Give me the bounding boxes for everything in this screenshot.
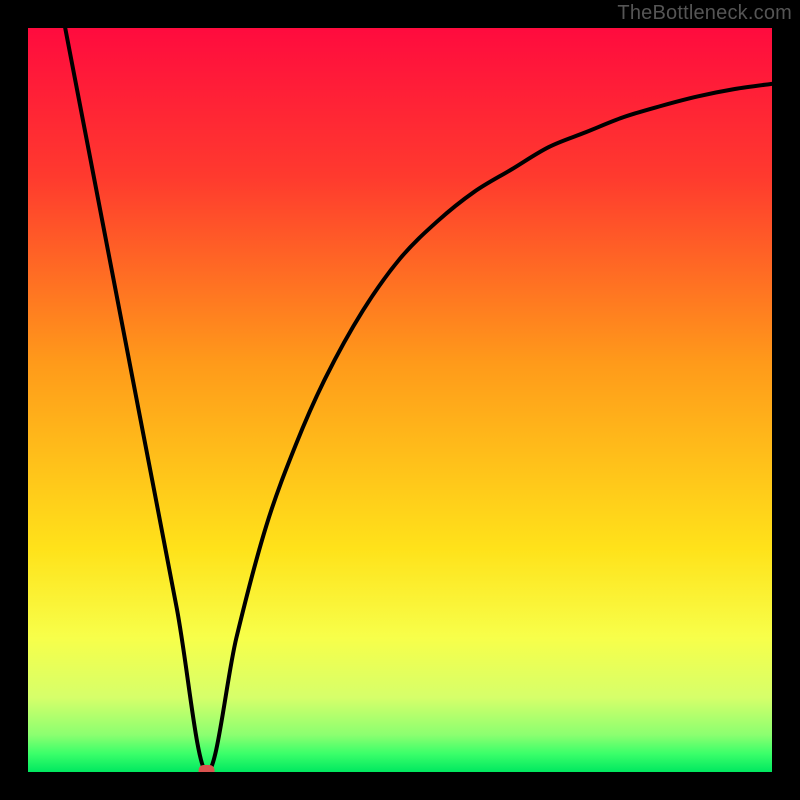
bottleneck-chart: [0, 0, 800, 800]
source-watermark: TheBottleneck.com: [617, 2, 792, 25]
chart-root: TheBottleneck.com: [0, 0, 800, 800]
gradient-background: [28, 28, 772, 772]
